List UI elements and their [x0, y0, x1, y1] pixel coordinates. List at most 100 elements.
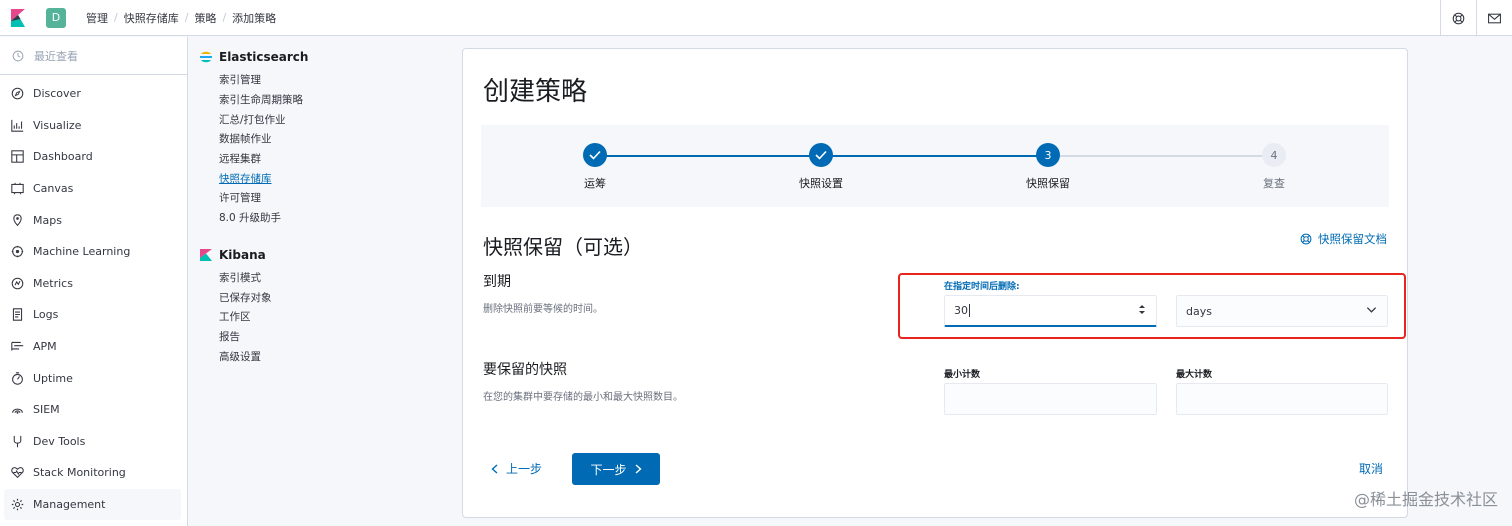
subnav-link-transforms[interactable]: 数据帧作业: [219, 129, 458, 149]
space-avatar[interactable]: D: [46, 7, 66, 28]
subnav-link-saved-objects[interactable]: 已保存对象: [219, 287, 458, 307]
retain-description: 在您的集群中要存储的最小和最大快照数目。: [483, 392, 683, 403]
nav-item-management[interactable]: Management: [4, 488, 181, 521]
subnav-link-spaces[interactable]: 工作区: [219, 307, 458, 327]
nav-item-label: Dashboard: [33, 150, 93, 164]
expiration-title: 到期: [483, 274, 511, 290]
subnav-link-rollup-jobs[interactable]: 汇总/打包作业: [219, 109, 458, 129]
back-button[interactable]: 上一步: [491, 460, 542, 477]
chevron-right-icon: [635, 464, 642, 474]
nav-item-label: Dev Tools: [33, 434, 86, 448]
kibana-group-label: Kibana: [219, 247, 266, 262]
check-icon: [583, 143, 607, 167]
nav-item-discover[interactable]: Discover: [0, 78, 187, 110]
nav-item-label: Metrics: [33, 276, 73, 290]
nav-item-label: Visualize: [33, 118, 82, 132]
elasticsearch-group-title: Elasticsearch: [200, 50, 458, 64]
section-title: 快照保留（可选）: [483, 235, 643, 259]
subnav-link-upgrade-assistant[interactable]: 8.0 升级助手: [219, 208, 458, 228]
steps-bar: 运筹 快照设置 3 快照保留 4 复查: [481, 125, 1389, 207]
retention-docs-link[interactable]: 快照保留文档: [1300, 231, 1387, 247]
chevron-left-icon: [491, 463, 498, 474]
nav-item-label: Stack Monitoring: [33, 466, 126, 480]
nav-item-metrics[interactable]: Metrics: [0, 268, 187, 300]
nav-item-dashboard[interactable]: Dashboard: [0, 141, 187, 173]
nav-item-stack-monitoring[interactable]: Stack Monitoring: [0, 457, 187, 489]
subnav-link-ilm-policies[interactable]: 索引生命周期策略: [219, 90, 458, 110]
step-label: 快照设置: [799, 177, 843, 190]
breadcrumb-item-add-policy: 添加策略: [232, 11, 277, 25]
nav-item-label: APM: [33, 340, 57, 354]
nav-item-label: Maps: [33, 213, 62, 227]
kibana-icon: [200, 248, 212, 261]
nav-item-visualize[interactable]: Visualize: [0, 110, 187, 142]
left-nav: 最近查看 Discover Visualize Dashboard Canvas…: [0, 37, 188, 526]
devtools-icon: [10, 434, 24, 448]
breadcrumb-item-management[interactable]: 管理: [86, 10, 108, 26]
step-4[interactable]: 4 复查: [1214, 143, 1334, 191]
compass-icon: [10, 87, 24, 101]
subnav-link-reporting[interactable]: 报告: [219, 327, 458, 347]
nav-item-canvas[interactable]: Canvas: [0, 173, 187, 205]
kibana-group-title: Kibana: [200, 248, 458, 262]
subnav-link-advanced-settings[interactable]: 高级设置: [219, 346, 458, 366]
check-icon: [809, 143, 833, 167]
maps-icon: [10, 213, 24, 227]
subnav-link-index-management[interactable]: 索引管理: [219, 70, 458, 90]
recently-viewed-label: 最近查看: [34, 49, 78, 63]
nav-item-label: Machine Learning: [33, 245, 131, 259]
step-3[interactable]: 3 快照保留: [988, 143, 1108, 191]
nav-item-maps[interactable]: Maps: [0, 204, 187, 236]
nav-item-label: Logs: [33, 308, 59, 322]
ml-icon: [10, 245, 24, 259]
step-1[interactable]: 运筹: [535, 143, 655, 191]
step-number: 4: [1262, 143, 1286, 167]
min-count-label: 最小计数: [944, 370, 981, 380]
step-label: 复查: [1263, 177, 1285, 190]
step-number: 3: [1036, 143, 1060, 167]
management-subnav: Elasticsearch 索引管理 索引生命周期策略 汇总/打包作业 数据帧作…: [188, 37, 458, 526]
step-label: 运筹: [584, 177, 606, 190]
siem-icon: [10, 403, 24, 417]
nav-item-label: Discover: [33, 87, 81, 101]
max-count-input[interactable]: [1176, 383, 1388, 415]
subnav-link-license-management[interactable]: 许可管理: [219, 188, 458, 208]
min-count-input[interactable]: [944, 383, 1157, 415]
retain-title: 要保留的快照: [483, 362, 567, 378]
recently-viewed[interactable]: 最近查看: [0, 37, 187, 75]
expiration-description: 删除快照前要等候的时间。: [483, 304, 603, 315]
subnav-link-remote-clusters[interactable]: 远程集群: [219, 149, 458, 169]
nav-item-apm[interactable]: APM: [0, 331, 187, 363]
clock-icon: [12, 50, 24, 62]
help-icon[interactable]: [1440, 0, 1476, 36]
canvas-icon: [10, 182, 24, 196]
expiration-highlight-box: [898, 273, 1406, 339]
cancel-button[interactable]: 取消: [1359, 460, 1383, 477]
step-2[interactable]: 快照设置: [761, 143, 881, 191]
uptime-icon: [10, 371, 24, 385]
subnav-link-index-patterns[interactable]: 索引模式: [219, 268, 458, 288]
help-icon: [1300, 233, 1312, 245]
nav-item-label: Uptime: [33, 371, 73, 385]
nav-item-machine-learning[interactable]: Machine Learning: [0, 236, 187, 268]
nav-item-uptime[interactable]: Uptime: [0, 362, 187, 394]
next-button[interactable]: 下一步: [572, 453, 660, 485]
dashboard-icon: [10, 150, 24, 164]
breadcrumb-item-snapshot-repo[interactable]: 快照存储库: [124, 10, 179, 26]
mail-icon[interactable]: [1476, 0, 1512, 36]
metrics-icon: [10, 276, 24, 290]
back-button-label: 上一步: [506, 462, 543, 476]
create-policy-panel: 创建策略 运筹 快照设置 3 快照保留 4 复查 快照保留（可选） 快照保留文档…: [462, 48, 1408, 518]
nav-item-label: Canvas: [33, 182, 74, 196]
nav-item-label: SIEM: [33, 403, 60, 417]
next-button-label: 下一步: [590, 462, 627, 477]
nav-item-siem[interactable]: SIEM: [0, 394, 187, 426]
kibana-logo[interactable]: [0, 0, 36, 36]
subnav-link-snapshot-repositories[interactable]: 快照存储库: [219, 168, 458, 188]
breadcrumb-item-policies[interactable]: 策略: [194, 10, 216, 26]
nav-item-dev-tools[interactable]: Dev Tools: [0, 426, 187, 458]
monitoring-icon: [10, 466, 24, 480]
gear-icon: [10, 498, 24, 512]
nav-item-logs[interactable]: Logs: [0, 299, 187, 331]
watermark: @稀土掘金技术社区: [1353, 490, 1498, 509]
